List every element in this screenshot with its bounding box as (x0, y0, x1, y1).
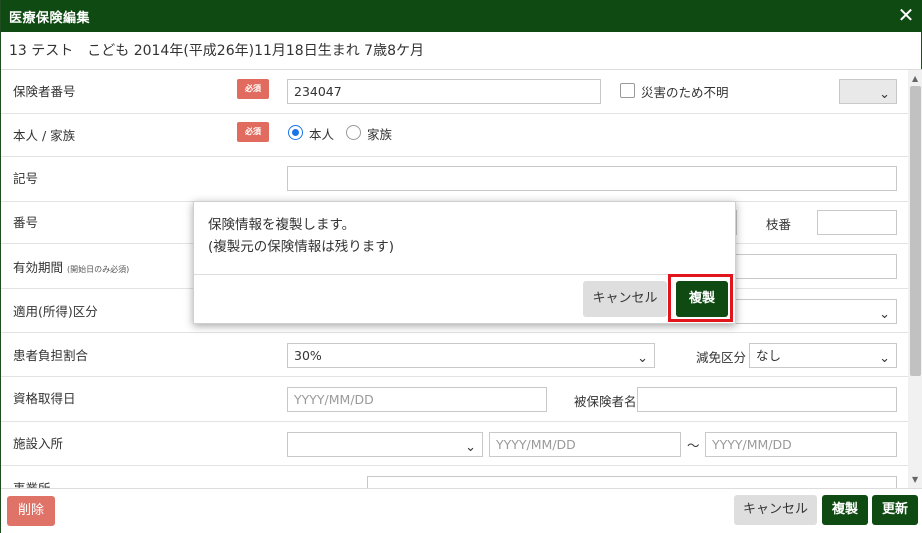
insurance-edit-window: 医療保険編集 ✕ 13 テスト こども 2014年(平成26年)11月18日生ま… (0, 0, 922, 533)
office-label: 事業所 (13, 478, 51, 488)
insurer-extra-select[interactable]: ⌄ (839, 79, 897, 104)
symbol-input[interactable] (287, 166, 897, 191)
exemption-select[interactable]: なし ⌄ (749, 343, 897, 368)
facility-label: 施設入所 (13, 436, 64, 451)
duplicate-button[interactable]: 複製 (822, 495, 868, 525)
copay-ratio-label: 患者負担割合 (13, 348, 89, 363)
income-class-label: 適用(所得)区分 (13, 304, 98, 319)
valid-period-label: 有効期間 (開始日のみ必須) (13, 260, 130, 275)
required-badge: 必須 (237, 79, 269, 99)
insured-name-label: 被保険者名 (574, 394, 637, 409)
row-insurer-number: 保険者番号 必須 234047 災害のため不明 ⌄ (1, 70, 908, 114)
disaster-unknown-label: 災害のため不明 (641, 85, 729, 100)
row-acquired-date: 資格取得日 YYYY/MM/DD 被保険者名 (1, 377, 908, 422)
dialog-message: 保険情報を複製します。 (複製元の保険情報は残ります) (208, 214, 394, 258)
branch-input[interactable] (817, 210, 897, 235)
copay-ratio-select[interactable]: 30% ⌄ (287, 343, 655, 368)
row-office: 事業所 (1, 466, 908, 488)
row-symbol: 記号 (1, 157, 908, 202)
person-family-label: 本人 / 家族 (13, 128, 76, 143)
update-button[interactable]: 更新 (872, 495, 918, 525)
radio-person-label: 本人 (309, 127, 335, 142)
facility-from-input[interactable]: YYYY/MM/DD (489, 432, 681, 457)
disaster-unknown-checkbox[interactable] (620, 83, 635, 98)
dialog-divider (194, 274, 735, 275)
duplicate-confirm-dialog: 保険情報を複製します。 (複製元の保険情報は残ります) キャンセル 複製 (193, 201, 736, 324)
scroll-up-icon[interactable]: ▲ (912, 74, 918, 83)
cancel-button[interactable]: キャンセル (734, 495, 817, 525)
dialog-line-2: (複製元の保険情報は残ります) (208, 239, 395, 255)
office-input[interactable] (367, 476, 897, 488)
symbol-label: 記号 (13, 171, 39, 186)
scroll-thumb[interactable] (910, 86, 921, 376)
radio-family[interactable] (346, 125, 361, 140)
row-facility: 施設入所 ⌄ YYYY/MM/DD ～ YYYY/MM/DD (1, 422, 908, 466)
close-icon[interactable]: ✕ (895, 4, 917, 26)
exemption-label: 減免区分 (696, 350, 747, 365)
facility-select[interactable]: ⌄ (287, 432, 483, 457)
dialog-cancel-button[interactable]: キャンセル (583, 281, 667, 317)
scroll-down-icon[interactable]: ▼ (912, 475, 918, 484)
chevron-down-icon: ⌄ (465, 440, 476, 455)
number-label: 番号 (13, 215, 39, 230)
exemption-value: なし (756, 348, 782, 363)
acquired-date-label: 資格取得日 (13, 391, 76, 406)
chevron-down-icon: ⌄ (879, 307, 890, 322)
patient-header: 13 テスト こども 2014年(平成26年)11月18日生まれ 7歳8ケ月 (1, 32, 922, 70)
acquired-date-input[interactable]: YYYY/MM/DD (287, 387, 547, 412)
chevron-down-icon: ⌄ (879, 87, 890, 102)
facility-to-input[interactable]: YYYY/MM/DD (705, 432, 897, 457)
highlight-box (668, 274, 733, 322)
footer-bar: 削除 キャンセル 複製 更新 (1, 488, 922, 533)
chevron-down-icon: ⌄ (879, 351, 890, 366)
radio-family-label: 家族 (367, 127, 393, 142)
window-title: 医療保険編集 (9, 11, 91, 26)
insured-name-input[interactable] (637, 387, 897, 412)
delete-button[interactable]: 削除 (7, 496, 55, 526)
insurer-number-input[interactable]: 234047 (287, 79, 601, 104)
insurer-number-label: 保険者番号 (13, 84, 76, 99)
row-person-family: 本人 / 家族 必須 本人 家族 (1, 114, 908, 157)
chevron-down-icon: ⌄ (637, 351, 648, 366)
titlebar: 医療保険編集 ✕ (1, 0, 922, 32)
branch-label: 枝番 (766, 217, 792, 232)
form-scrollbar[interactable]: ▲ ▼ (908, 70, 922, 488)
required-badge: 必須 (237, 122, 269, 142)
dialog-line-1: 保険情報を複製します。 (208, 217, 356, 233)
row-copay-ratio: 患者負担割合 30% ⌄ 減免区分 なし ⌄ (1, 333, 908, 377)
copay-ratio-value: 30% (294, 348, 322, 363)
facility-tilde: ～ (687, 438, 700, 453)
radio-person[interactable] (288, 125, 303, 140)
